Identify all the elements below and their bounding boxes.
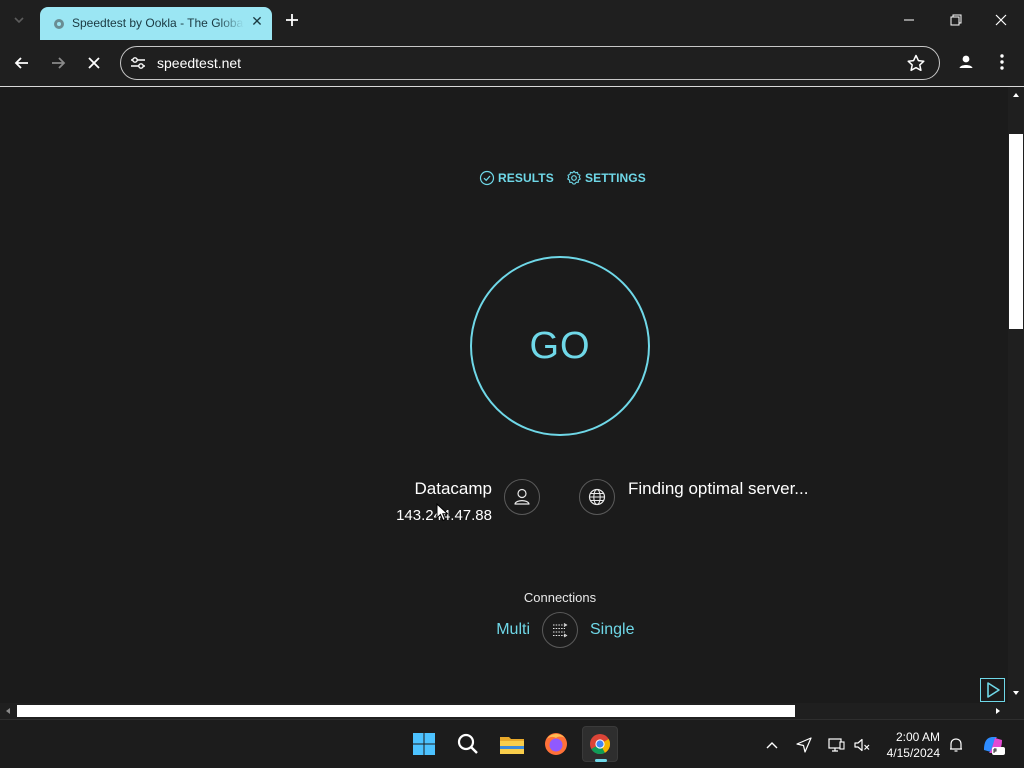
firefox-button[interactable] xyxy=(538,726,574,762)
location-tray-button[interactable] xyxy=(794,735,814,755)
forward-arrow-icon xyxy=(52,57,66,69)
scrollbar-corner xyxy=(1008,703,1024,719)
clock-time[interactable]: 2:00 AM xyxy=(876,729,940,745)
browser-toolbar: speedtest.net xyxy=(0,40,1024,86)
ip-address: 143.244.47.88 xyxy=(360,507,492,525)
chevron-down-icon xyxy=(14,17,24,24)
search-icon xyxy=(457,733,478,754)
adchoices-button[interactable] xyxy=(980,678,1005,702)
browser-tab-active[interactable]: Speedtest by Ookla - The Global Broadban… xyxy=(40,7,272,40)
multi-connection-icon xyxy=(553,623,568,638)
windows-taskbar: 2:00 AM 4/15/2024 xyxy=(0,719,1024,768)
tab-strip: Speedtest by Ookla - The Global Broadban… xyxy=(0,0,1024,40)
horizontal-scrollbar[interactable] xyxy=(0,703,1008,719)
scroll-left-arrow-icon[interactable] xyxy=(4,707,12,715)
copilot-button[interactable] xyxy=(980,732,1006,758)
address-bar[interactable]: speedtest.net xyxy=(120,46,940,80)
scroll-up-arrow-icon[interactable] xyxy=(1012,91,1020,99)
vertical-scroll-thumb[interactable] xyxy=(1009,134,1023,329)
tab-close-button[interactable]: ✕ xyxy=(248,13,266,31)
connections-multi-option[interactable]: Multi xyxy=(470,620,530,640)
show-hidden-icons-button[interactable] xyxy=(762,735,782,755)
notifications-button[interactable] xyxy=(946,735,966,755)
start-button[interactable] xyxy=(406,726,442,762)
results-link[interactable]: RESULTS xyxy=(479,169,554,187)
horizontal-scroll-thumb[interactable] xyxy=(17,705,795,717)
settings-link[interactable]: SETTINGS xyxy=(566,169,646,187)
go-label: GO xyxy=(529,325,591,367)
stop-loading-button[interactable] xyxy=(80,50,108,76)
connections-toggle[interactable] xyxy=(542,612,578,648)
globe-icon[interactable] xyxy=(579,479,615,515)
star-icon xyxy=(907,54,925,72)
network-icon xyxy=(828,738,845,752)
plus-icon xyxy=(286,14,298,26)
go-button[interactable]: GO xyxy=(470,256,650,436)
tab-search-button[interactable] xyxy=(8,11,30,29)
scroll-right-arrow-icon[interactable] xyxy=(994,707,1002,715)
stop-loading-icon xyxy=(88,57,100,69)
chrome-icon xyxy=(590,734,611,755)
location-icon xyxy=(796,737,812,753)
tab-title: Speedtest by Ookla - The Global Broadban… xyxy=(72,16,244,30)
url-text[interactable]: speedtest.net xyxy=(157,54,241,72)
site-info-button[interactable] xyxy=(129,55,147,71)
person-icon xyxy=(959,55,973,68)
chevron-up-icon xyxy=(766,742,778,749)
results-label: RESULTS xyxy=(498,171,554,185)
mouse-cursor xyxy=(436,502,450,523)
isp-name: Datacamp xyxy=(414,479,492,498)
volume-muted-icon xyxy=(854,738,870,752)
taskbar-search-button[interactable] xyxy=(450,726,486,762)
gear-icon xyxy=(566,169,582,187)
profile-button[interactable] xyxy=(954,50,978,74)
restore-icon xyxy=(950,14,962,26)
network-tray-button[interactable] xyxy=(826,735,846,755)
user-icon xyxy=(504,479,540,515)
kebab-menu-icon xyxy=(1000,54,1004,70)
back-button[interactable] xyxy=(8,50,36,76)
active-app-indicator xyxy=(595,759,607,762)
speedtest-page: RESULTS SETTINGS GO Datacamp 143.244.47.… xyxy=(0,87,1008,703)
minimize-icon xyxy=(904,19,914,21)
window-close-button[interactable] xyxy=(978,6,1024,34)
minimize-button[interactable] xyxy=(886,6,932,34)
vertical-scrollbar[interactable] xyxy=(1008,87,1024,703)
play-triangle-icon xyxy=(987,682,1000,698)
chrome-taskbar-button[interactable] xyxy=(582,726,618,762)
forward-button[interactable] xyxy=(44,50,72,76)
clock-date[interactable]: 4/15/2024 xyxy=(876,745,940,761)
restore-button[interactable] xyxy=(932,6,978,34)
new-tab-button[interactable] xyxy=(280,9,304,31)
firefox-icon xyxy=(545,733,567,755)
bookmark-star-button[interactable] xyxy=(905,53,927,73)
browser-menu-button[interactable] xyxy=(990,50,1014,74)
volume-tray-button[interactable] xyxy=(852,735,872,755)
server-status: Finding optimal server... xyxy=(628,479,809,498)
close-icon xyxy=(995,14,1007,26)
connections-single-option[interactable]: Single xyxy=(590,620,650,640)
file-explorer-button[interactable] xyxy=(494,726,530,762)
connections-label: Connections xyxy=(523,590,597,605)
scroll-down-arrow-icon[interactable] xyxy=(1012,689,1020,697)
settings-label: SETTINGS xyxy=(585,171,646,185)
file-explorer-icon xyxy=(500,737,524,754)
speedtest-favicon-icon xyxy=(52,16,66,30)
back-arrow-icon xyxy=(14,57,28,69)
check-circle-icon xyxy=(479,169,495,187)
notification-bell-icon xyxy=(950,738,962,752)
copilot-icon xyxy=(984,737,1005,755)
tune-icon xyxy=(131,57,145,69)
windows-start-icon xyxy=(413,733,435,755)
